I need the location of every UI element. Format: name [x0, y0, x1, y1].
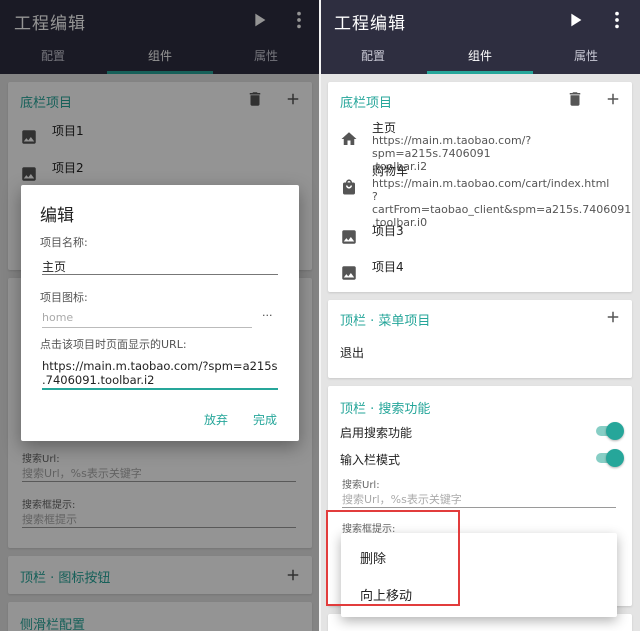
image-icon	[342, 230, 356, 244]
icon-label: 项目图标:	[40, 291, 88, 304]
top-menu-title: 顶栏 · 菜单项目	[340, 314, 431, 329]
app-title: 工程编辑	[334, 14, 406, 34]
icon-underline	[42, 327, 252, 328]
add-icon[interactable]	[604, 308, 622, 326]
enable-search-toggle[interactable]	[594, 421, 624, 441]
app-bar: 工程编辑	[320, 0, 640, 42]
menu-item-exit[interactable]: 退出	[340, 344, 364, 361]
item-label: 项目3	[372, 224, 404, 238]
delete-icon[interactable]	[566, 90, 584, 108]
top-menu-card: 顶栏 · 菜单项目 退出	[328, 300, 632, 378]
url-underline-focused	[42, 388, 278, 390]
image-icon	[342, 266, 356, 280]
bottom-bar-card: 底栏项目 主页 https://main.m.taobao.com/?spm=a…	[328, 82, 632, 292]
item-label: 项目4	[372, 260, 404, 274]
list-item[interactable]: 项目3	[340, 222, 630, 248]
cancel-button[interactable]: 放弃	[204, 411, 228, 428]
name-field[interactable]: 主页	[42, 258, 66, 275]
bottom-bar-title: 底栏项目	[340, 96, 393, 111]
tab-components[interactable]: 组件	[427, 42, 533, 74]
context-menu: 删除 向上移动	[341, 533, 617, 617]
list-item[interactable]: 项目4	[340, 258, 630, 284]
more-vert-icon[interactable]	[606, 9, 628, 31]
search-url-input[interactable]: 搜索Url，%s表示关键字	[342, 491, 462, 507]
add-icon[interactable]	[604, 90, 622, 108]
tab-config[interactable]: 配置	[320, 42, 426, 74]
left-screen: 工程编辑 配置 组件 属性 底栏项目 项目1 项目2 搜索Url: 搜索Url，…	[0, 0, 320, 631]
enable-search-label: 启用搜索功能	[340, 426, 413, 440]
search-title: 顶栏 · 搜索功能	[340, 402, 431, 417]
tab-properties[interactable]: 属性	[533, 42, 639, 74]
input-mode-toggle[interactable]	[594, 448, 624, 468]
dialog-title: 编辑	[40, 206, 74, 226]
icon-picker-button[interactable]: ···	[262, 309, 273, 322]
panel-divider	[319, 0, 321, 631]
name-underline	[42, 274, 278, 275]
url-label: 点击该项目时页面显示的URL:	[40, 338, 187, 351]
list-item[interactable]: 主页 https://main.m.taobao.com/?spm=a215s.…	[340, 119, 630, 173]
done-button[interactable]: 完成	[253, 411, 277, 428]
name-label: 项目名称:	[40, 236, 88, 249]
search-url-label: 搜索Url:	[342, 480, 380, 491]
menu-item-delete[interactable]: 删除	[360, 548, 386, 567]
shopping-bag-icon	[343, 179, 355, 195]
icon-field[interactable]: home	[42, 311, 73, 324]
search-url-underline	[342, 507, 616, 508]
home-icon	[341, 132, 357, 145]
tab-bar: 配置 组件 属性	[320, 42, 640, 74]
menu-item-move-up[interactable]: 向上移动	[360, 585, 412, 604]
list-item[interactable]: 购物车 https://main.m.taobao.com/cart/index…	[340, 162, 631, 229]
play-icon[interactable]	[564, 9, 586, 31]
edit-dialog: 编辑 项目名称: 主页 项目图标: home ··· 点击该项目时页面显示的UR…	[21, 185, 299, 441]
url-field[interactable]: https://main.m.taobao.com/?spm=a215s .74…	[42, 359, 282, 387]
input-mode-label: 输入栏模式	[340, 453, 401, 467]
